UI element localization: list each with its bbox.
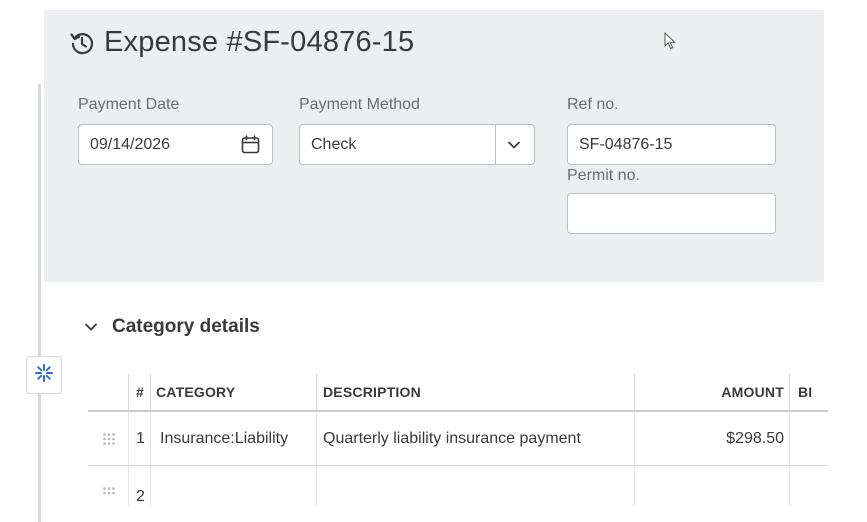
select-divider xyxy=(495,125,496,164)
chevron-down-icon[interactable] xyxy=(84,320,98,334)
table-row[interactable]: 2 xyxy=(88,466,828,506)
column-separator xyxy=(316,374,317,412)
drag-handle-icon[interactable] xyxy=(102,432,116,446)
row-category[interactable]: Insurance:Liability xyxy=(160,412,288,466)
column-separator xyxy=(128,374,129,412)
section-title: Category details xyxy=(112,316,260,337)
payment-date-label: Payment Date xyxy=(78,96,180,113)
column-separator xyxy=(789,412,790,466)
permit-no-label: Permit no. xyxy=(567,167,640,184)
row-description[interactable]: Quarterly liability insurance payment xyxy=(323,412,581,466)
column-separator xyxy=(128,412,129,466)
column-separator xyxy=(634,466,635,506)
payment-date-value: 09/14/2026 xyxy=(90,135,171,153)
expense-page: Expense #SF-04876-15 Payment Date 09/14/… xyxy=(0,0,867,522)
mouse-pointer-icon xyxy=(664,31,676,50)
column-header-number: # xyxy=(136,384,144,400)
column-header-category[interactable]: CATEGORY xyxy=(156,374,235,410)
payment-date-field[interactable]: 09/14/2026 xyxy=(78,124,273,165)
left-rail xyxy=(38,84,41,522)
ref-no-value: SF-04876-15 xyxy=(579,135,673,153)
row-number: 1 xyxy=(136,430,145,447)
column-separator xyxy=(789,466,790,506)
drag-handle-icon[interactable] xyxy=(102,486,116,500)
row-amount[interactable]: $298.50 xyxy=(694,412,784,466)
column-separator xyxy=(150,412,151,466)
column-separator xyxy=(316,412,317,466)
category-details-toggle[interactable]: Category details xyxy=(84,316,260,338)
calendar-icon[interactable] xyxy=(241,135,260,154)
column-header-description[interactable]: DESCRIPTION xyxy=(323,374,421,410)
column-separator xyxy=(150,466,151,506)
column-separator xyxy=(128,466,129,506)
column-separator xyxy=(150,374,151,412)
table-header: # CATEGORY DESCRIPTION AMOUNT BI xyxy=(88,374,828,412)
column-separator xyxy=(789,374,790,412)
chevron-down-icon[interactable] xyxy=(507,138,521,152)
column-separator xyxy=(316,466,317,506)
column-separator xyxy=(634,374,635,412)
row-number: 2 xyxy=(136,488,145,505)
ref-no-label: Ref no. xyxy=(567,96,619,113)
permit-no-field[interactable] xyxy=(567,193,776,234)
page-title: Expense #SF-04876-15 xyxy=(104,26,415,58)
row-amount[interactable] xyxy=(694,466,784,506)
payment-method-select[interactable]: Check xyxy=(299,124,535,165)
column-header-amount[interactable]: AMOUNT xyxy=(714,374,784,410)
table-row[interactable]: 1 Insurance:Liability Quarterly liabilit… xyxy=(88,412,828,466)
history-icon[interactable] xyxy=(68,29,96,57)
payment-method-value: Check xyxy=(311,135,357,153)
assistant-widget-button[interactable] xyxy=(26,356,62,394)
title-row: Expense #SF-04876-15 xyxy=(68,26,414,59)
column-separator xyxy=(634,412,635,466)
payment-method-label: Payment Method xyxy=(299,96,420,113)
column-header-billable[interactable]: BI xyxy=(798,374,812,410)
ref-no-field[interactable]: SF-04876-15 xyxy=(567,124,776,165)
sparkle-icon xyxy=(34,363,54,388)
